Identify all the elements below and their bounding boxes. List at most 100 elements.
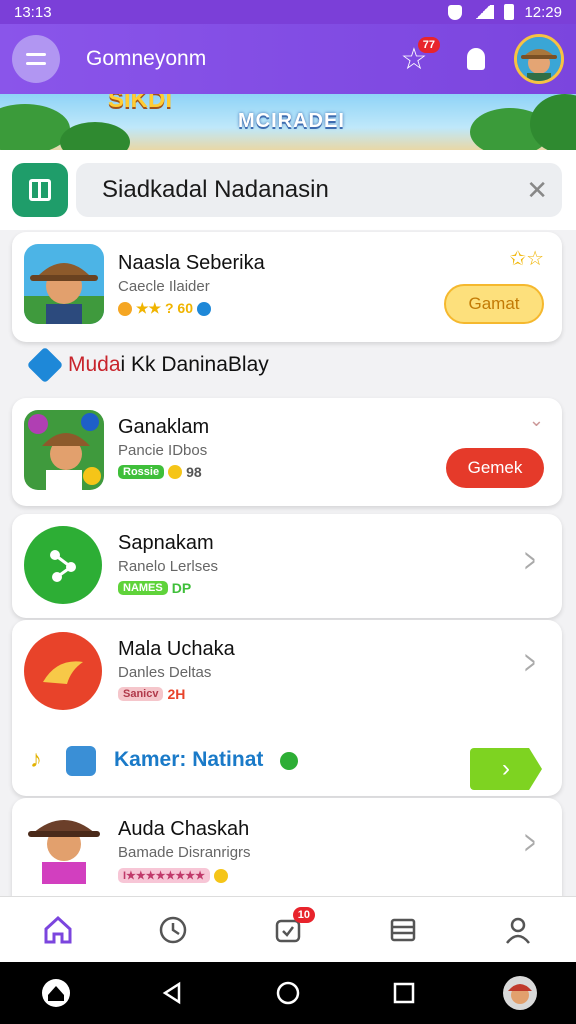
chevron-down-icon[interactable]: ⌄ <box>529 410 544 431</box>
status-time-right: 12:29 <box>524 3 562 21</box>
bottom-navigation: 10 <box>0 896 576 962</box>
section-title: Mudai Kk DaninaBlay <box>68 353 269 376</box>
person-icon <box>506 917 531 944</box>
game-card[interactable]: Naasla Seberika Caecle Ilaider ★★ ? 60 ✩… <box>12 232 562 342</box>
promo-strip[interactable]: ♪ Kamer: Natinat › <box>12 730 562 794</box>
favorites-button[interactable]: ☆ 77 <box>394 37 440 79</box>
chevron-right-icon[interactable]: > <box>525 824 536 863</box>
explorer-avatar-icon <box>517 37 561 81</box>
card-title: Sapnakam <box>118 532 214 554</box>
assistant-icon <box>42 979 70 1007</box>
game-card[interactable]: Auda Chaskah Bamade Disranrigrs I★★★★★★★… <box>12 798 562 898</box>
card-subtitle: Ranelo Lerlses <box>118 558 219 575</box>
home-system-button[interactable] <box>270 975 306 1011</box>
clock-icon <box>159 916 187 943</box>
chevron-right-icon[interactable]: > <box>525 644 536 683</box>
game-thumbnail <box>24 410 104 490</box>
signal-icon <box>472 5 495 19</box>
promo-text: Kamer: Natinat <box>114 748 264 771</box>
character-icon <box>28 820 100 884</box>
menu-icon <box>26 53 46 56</box>
system-navigation <box>0 962 576 1024</box>
card-meta-text: 2H <box>167 686 186 702</box>
user-avatar-icon <box>503 976 537 1010</box>
card-action-button[interactable]: Gemek <box>446 448 544 488</box>
link-icon <box>24 526 102 604</box>
square-recents-icon <box>393 982 415 1004</box>
card-meta-pill: Rossie <box>118 465 165 479</box>
search-row: ✕ <box>0 150 576 230</box>
notification-badge: 77 <box>417 37 440 53</box>
card-meta-text: 98 <box>186 464 202 480</box>
promo-arrow-button[interactable]: › <box>470 748 542 790</box>
back-icon <box>162 981 181 1005</box>
notifications-button[interactable] <box>456 39 496 79</box>
bird-icon <box>24 632 102 710</box>
game-thumbnail <box>24 804 104 884</box>
promo-banner[interactable]: SIKDI MCIRADEI <box>0 94 576 150</box>
game-card[interactable]: Ganaklam Pancie IDbos Rossie 98 ⌄ Gemek <box>12 398 562 506</box>
menu-button[interactable] <box>12 35 60 83</box>
coin-icon <box>168 465 183 479</box>
music-note-icon: ♪ <box>30 746 42 773</box>
game-card[interactable]: Sapnakam Ranelo Lerlses NAMES DP > <box>12 514 562 618</box>
direction-icon <box>26 346 64 384</box>
category-button[interactable] <box>12 163 68 217</box>
shield-icon <box>448 4 463 20</box>
explorer-icon <box>24 244 104 324</box>
search-field[interactable]: ✕ <box>76 163 562 217</box>
nav-history[interactable] <box>148 905 198 955</box>
assistant-button[interactable] <box>38 975 74 1011</box>
card-meta: I★★★★★★★★ <box>118 868 228 883</box>
nav-profile[interactable] <box>493 905 543 955</box>
coin-icon <box>213 868 228 883</box>
arrow-right-icon: › <box>502 755 510 782</box>
circle-home-icon <box>276 981 300 1005</box>
jungle-explorer-icon <box>24 410 104 490</box>
nav-inbox[interactable]: 10 <box>263 905 315 955</box>
section-header: Mudai Kk DaninaBlay <box>26 346 269 384</box>
card-subtitle: Danles Deltas <box>118 664 212 681</box>
bell-icon <box>467 48 485 70</box>
nav-list[interactable] <box>378 905 428 955</box>
card-meta-pill: Sanicv <box>118 687 164 701</box>
back-button[interactable] <box>154 975 190 1011</box>
nav-badge: 10 <box>292 906 315 923</box>
card-meta: Rossie 98 <box>118 464 202 480</box>
card-meta: Sanicv 2H <box>118 686 185 702</box>
card-meta-text: DP <box>171 580 192 596</box>
search-input[interactable] <box>102 176 527 204</box>
list-icon <box>390 918 416 941</box>
banner-text: MCIRADEI <box>238 110 345 132</box>
home-icon <box>44 915 72 943</box>
card-action-button[interactable]: Gamat <box>444 284 544 324</box>
user-avatar-button[interactable] <box>502 975 538 1011</box>
nav-home[interactable] <box>33 905 83 955</box>
card-subtitle: Pancie IDbos <box>118 442 208 459</box>
game-card[interactable]: Mala Uchaka Danles Deltas Sanicv 2H > ♪ … <box>12 620 562 796</box>
chevron-right-icon[interactable]: > <box>525 542 536 581</box>
gem-icon <box>197 301 212 316</box>
app-title: Gomneyonm <box>86 47 207 70</box>
battery-icon <box>504 4 515 20</box>
recents-button[interactable] <box>386 975 422 1011</box>
card-subtitle: Caecle Ilaider <box>118 278 210 295</box>
avatar[interactable] <box>514 34 564 84</box>
check-icon <box>280 752 298 770</box>
rating-star-icon: ✩☆ <box>509 248 544 270</box>
app-bar: Gomneyonm ☆ 77 <box>0 24 576 94</box>
status-bar: 13:13 12:29 <box>0 0 576 24</box>
card-title: Mala Uchaka <box>118 638 235 660</box>
card-meta-pill: NAMES <box>118 581 168 595</box>
grid-icon <box>29 179 51 201</box>
photo-icon <box>66 746 96 776</box>
banner-logo: SIKDI <box>108 94 173 113</box>
close-icon[interactable]: ✕ <box>526 175 548 206</box>
card-subtitle: Bamade Disranrigrs <box>118 844 251 861</box>
coin-icon <box>118 301 132 316</box>
status-time-left: 13:13 <box>14 3 52 21</box>
game-thumbnail <box>24 244 104 324</box>
card-meta-pill: I★★★★★★★★ <box>118 868 210 883</box>
card-title: Ganaklam <box>118 416 210 438</box>
card-meta: NAMES DP <box>118 580 191 596</box>
